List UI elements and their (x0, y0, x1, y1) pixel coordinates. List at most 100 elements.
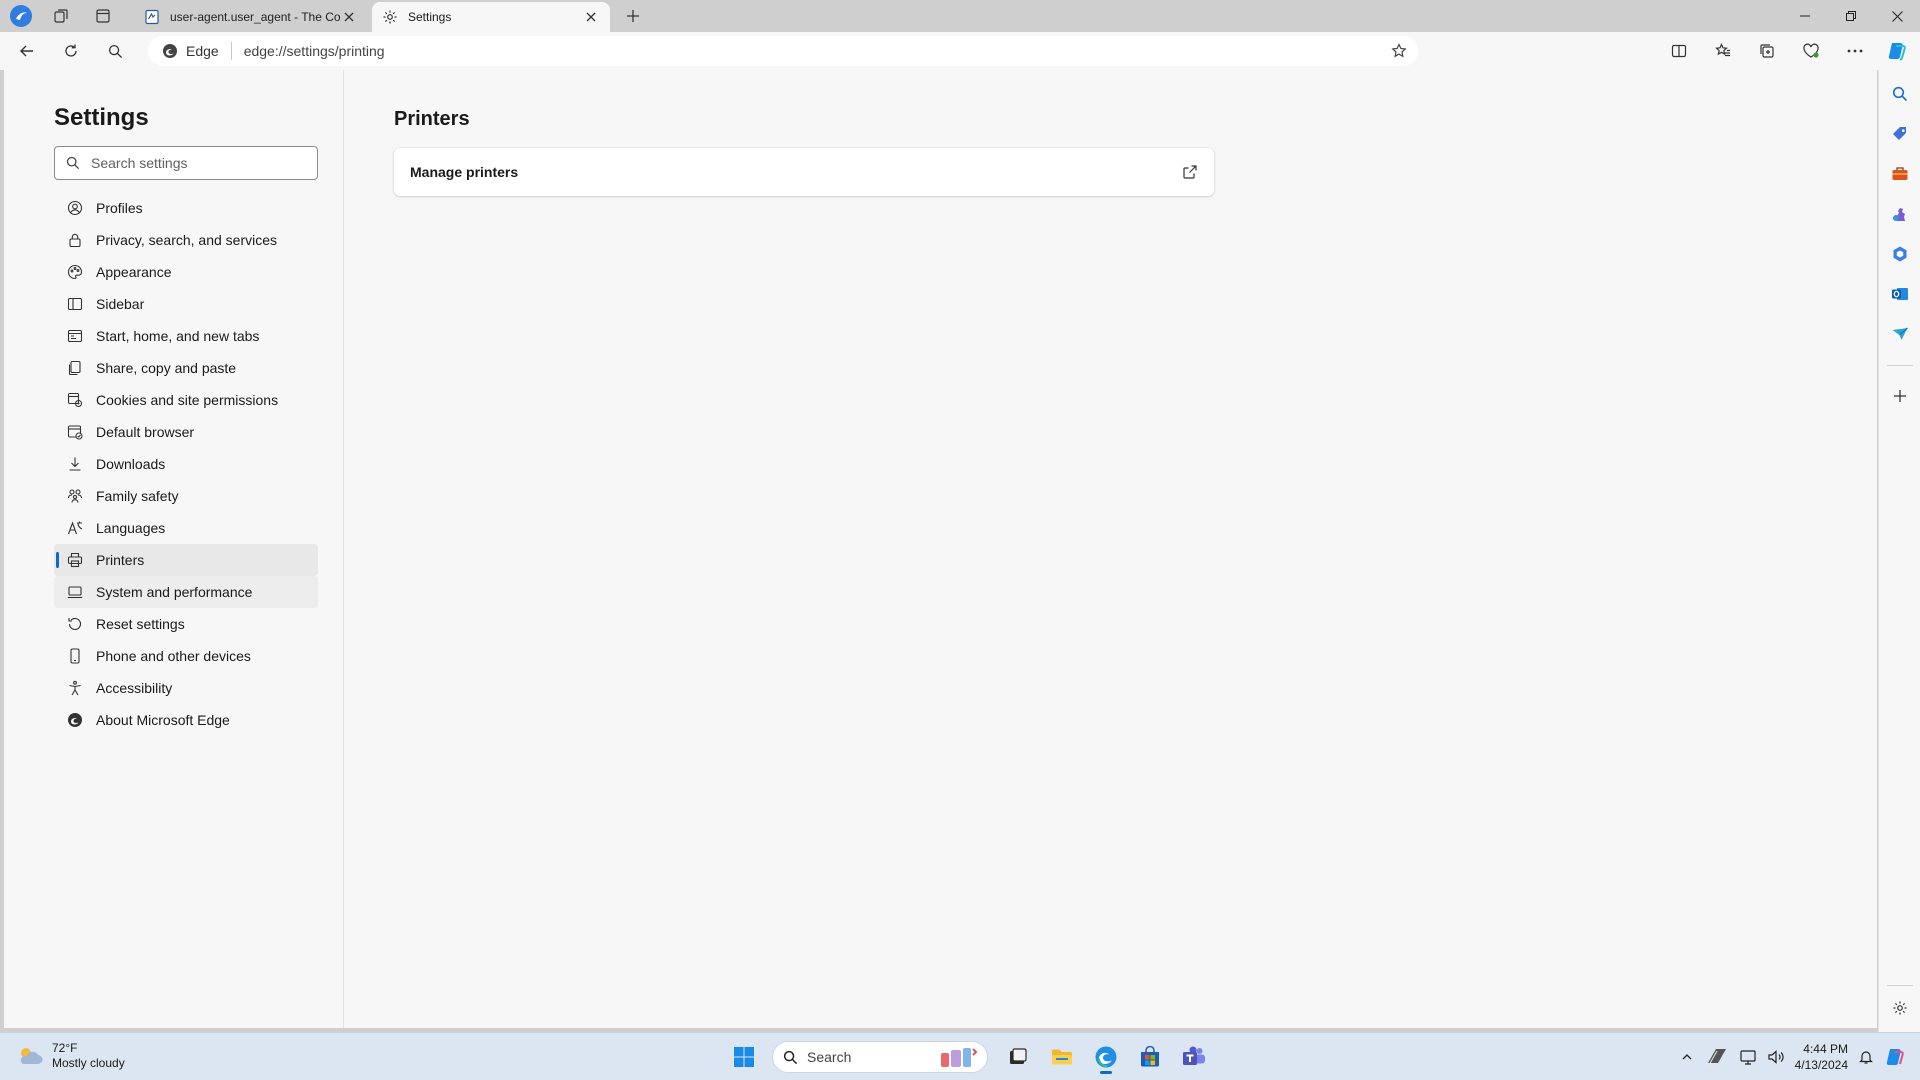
sidebar-outlook-button[interactable] (1888, 282, 1912, 306)
tab-actions-button[interactable] (88, 3, 118, 29)
nav-item-start-home[interactable]: Start, home, and new tabs (54, 320, 318, 352)
sidebar-microsoft365-button[interactable] (1888, 242, 1912, 266)
sidebar-drop-button[interactable] (1888, 322, 1912, 346)
nav-item-family-safety[interactable]: Family safety (54, 480, 318, 512)
close-icon (586, 12, 596, 22)
sidebar-settings-button[interactable] (1888, 996, 1912, 1020)
taskbar-search-box[interactable]: Search (772, 1041, 988, 1073)
edge-taskbar-button[interactable] (1086, 1039, 1126, 1075)
microsoft-store-button[interactable] (1130, 1039, 1170, 1075)
back-button[interactable] (12, 37, 42, 65)
sidebar-customize-button[interactable] (1888, 384, 1912, 408)
cloudy-weather-icon (20, 1048, 43, 1064)
tab-settings[interactable]: Settings (372, 2, 610, 32)
task-view-button[interactable] (998, 1039, 1038, 1075)
taskbar-apps: Search (722, 1039, 1216, 1075)
star-outline-icon (1391, 43, 1407, 58)
taskbar-clock[interactable]: 4:44 PM 4/13/2024 (1795, 1041, 1848, 1073)
minimize-button[interactable] (1782, 0, 1828, 32)
search-settings-box[interactable] (54, 146, 318, 180)
manage-printers-card[interactable]: Manage printers (394, 148, 1214, 196)
phone-icon (54, 648, 96, 664)
toolbox-icon (1892, 167, 1908, 180)
minimize-icon (1800, 15, 1810, 17)
edge-logo-icon (54, 712, 96, 728)
tab-close-button[interactable] (340, 8, 358, 26)
nav-item-profiles[interactable]: Profiles (54, 192, 318, 224)
sidebar-games-button[interactable] (1888, 202, 1912, 226)
notification-bell-icon[interactable] (1858, 1049, 1874, 1065)
accessibility-icon (54, 680, 96, 696)
teams-button[interactable] (1174, 1039, 1214, 1075)
nav-item-downloads[interactable]: Downloads (54, 448, 318, 480)
nav-item-cookies[interactable]: Cookies and site permissions (54, 384, 318, 416)
nav-item-phone-devices[interactable]: Phone and other devices (54, 640, 318, 672)
nav-item-share-copy-paste[interactable]: Share, copy and paste (54, 352, 318, 384)
teams-icon (1183, 1046, 1205, 1065)
nav-item-label: Sidebar (96, 296, 145, 312)
address-url[interactable]: edge://settings/printing (244, 43, 385, 59)
profile-avatar-button[interactable] (6, 3, 36, 29)
nav-item-label: Default browser (96, 424, 195, 440)
split-screen-icon (1671, 44, 1687, 58)
file-explorer-button[interactable] (1042, 1039, 1082, 1075)
window-controls (1782, 0, 1920, 32)
nav-item-accessibility[interactable]: Accessibility (54, 672, 318, 704)
taskbar-search-label: Search (807, 1049, 852, 1065)
workspaces-button[interactable] (46, 3, 76, 29)
external-link-icon (1183, 165, 1197, 179)
reset-icon (54, 616, 96, 632)
start-button[interactable] (724, 1039, 764, 1075)
nav-item-label: Share, copy and paste (96, 360, 237, 376)
restore-button[interactable] (1828, 0, 1874, 32)
close-icon (344, 12, 354, 22)
site-identity-badge[interactable]: Edge (148, 42, 232, 60)
profile-avatar-icon (10, 5, 32, 27)
nav-item-default-browser[interactable]: Default browser (54, 416, 318, 448)
favorites-button[interactable] (1708, 37, 1738, 65)
search-icon (55, 156, 91, 170)
address-bar[interactable]: Edge edge://settings/printing (148, 36, 1418, 66)
tab-close-button[interactable] (582, 8, 600, 26)
search-icon (108, 44, 122, 58)
nav-item-label: Privacy, search, and services (96, 232, 278, 248)
network-icon[interactable] (1739, 1049, 1757, 1065)
add-favorite-button[interactable] (1388, 40, 1410, 62)
nav-item-about-edge[interactable]: About Microsoft Edge (54, 704, 318, 736)
nav-item-printers[interactable]: Printers (54, 544, 318, 576)
browser-essentials-button[interactable] (1796, 37, 1826, 65)
sidebar-shopping-button[interactable] (1888, 122, 1912, 146)
clock-time: 4:44 PM (1803, 1042, 1848, 1056)
book-icon[interactable] (1705, 1045, 1729, 1069)
copilot-button[interactable] (1882, 37, 1912, 65)
chevron-up-icon[interactable] (1681, 1051, 1693, 1063)
sidebar-search-button[interactable] (1888, 82, 1912, 106)
toolbar-search-button[interactable] (100, 37, 130, 65)
share-icon (54, 360, 96, 376)
nav-item-privacy[interactable]: Privacy, search, and services (54, 224, 318, 256)
sidebar-tools-button[interactable] (1888, 162, 1912, 186)
nav-item-reset-settings[interactable]: Reset settings (54, 608, 318, 640)
edge-logo-icon (1095, 1046, 1117, 1068)
edge-sidebar (1878, 70, 1920, 1032)
volume-icon[interactable] (1767, 1049, 1785, 1065)
search-settings-input[interactable] (91, 155, 311, 171)
nav-item-sidebar[interactable]: Sidebar (54, 288, 318, 320)
collections-button[interactable] (1752, 37, 1782, 65)
sidebar-divider (1887, 985, 1913, 986)
favorites-icon (1715, 43, 1730, 57)
nav-item-system-performance[interactable]: System and performance (54, 576, 318, 608)
outlook-icon (1892, 288, 1908, 300)
new-tab-button[interactable] (618, 3, 648, 29)
refresh-button[interactable] (56, 37, 86, 65)
close-window-button[interactable] (1874, 0, 1920, 32)
nav-item-languages[interactable]: Languages (54, 512, 318, 544)
restore-icon (1846, 11, 1856, 21)
weather-widget[interactable]: 72°F Mostly cloudy (16, 1041, 125, 1071)
nav-item-appearance[interactable]: Appearance (54, 256, 318, 288)
profile-icon (54, 200, 96, 216)
tab-user-agent[interactable]: user-agent.user_agent - The Coll (134, 2, 368, 32)
split-screen-button[interactable] (1664, 37, 1694, 65)
copilot-icon[interactable] (1884, 1046, 1906, 1068)
settings-and-more-button[interactable] (1840, 37, 1870, 65)
